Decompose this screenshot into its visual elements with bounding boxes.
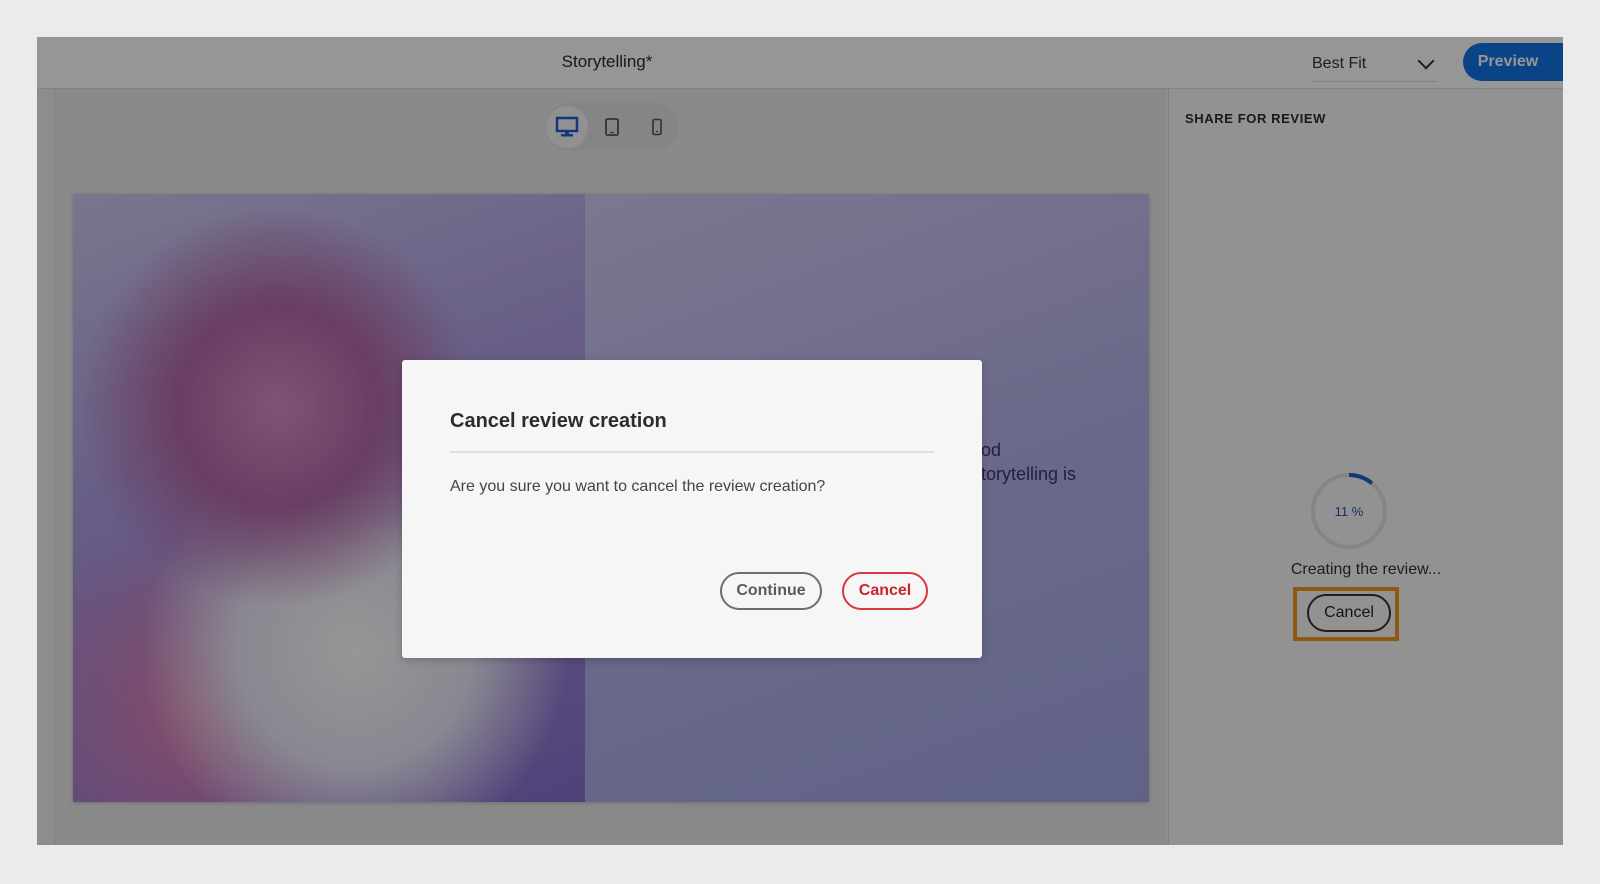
dialog-divider [450,451,934,453]
continue-button[interactable]: Continue [720,572,822,610]
cancel-button[interactable]: Cancel [842,572,928,610]
cancel-review-dialog: Cancel review creation Are you sure you … [402,360,982,658]
dialog-message: Are you sure you want to cancel the revi… [450,478,826,495]
dialog-title: Cancel review creation [450,410,667,432]
